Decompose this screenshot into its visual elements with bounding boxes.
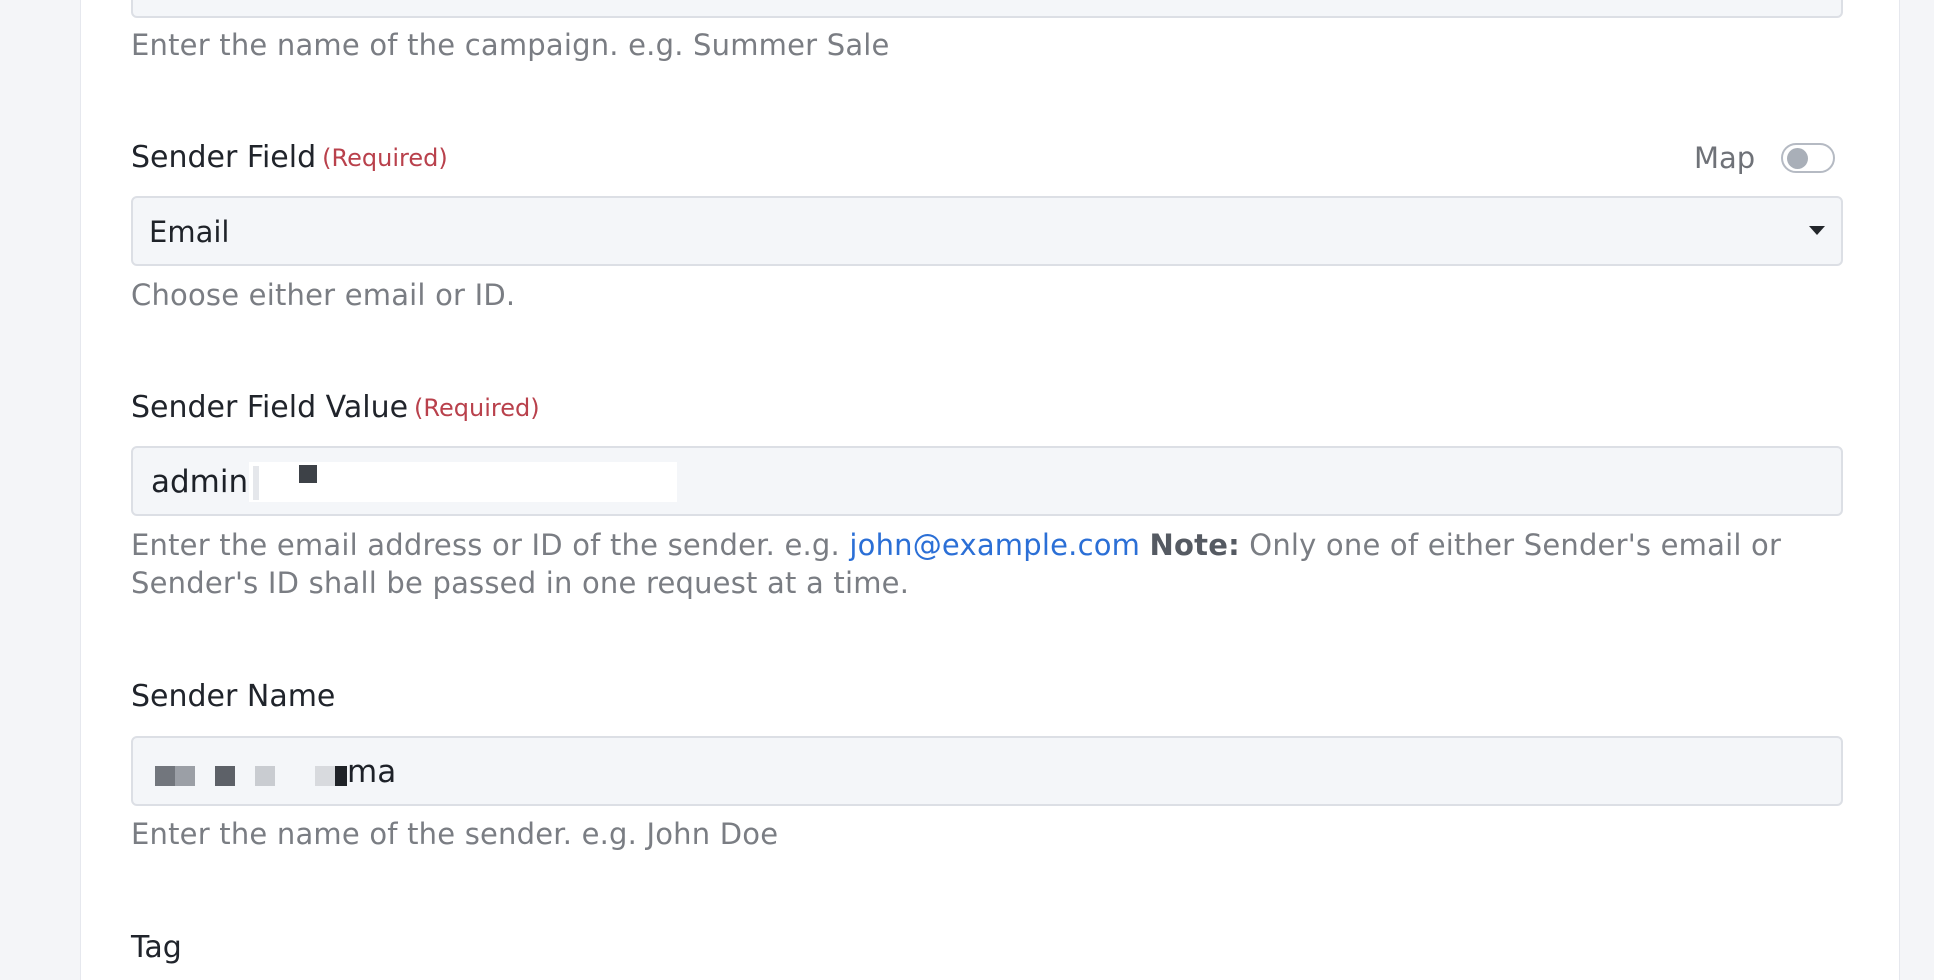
redacted-pixel xyxy=(215,766,235,786)
redacted-pixel xyxy=(299,465,317,483)
sender-field-selected-value: Email xyxy=(149,215,230,249)
map-toggle-group: Map xyxy=(1694,138,1836,178)
map-label: Map xyxy=(1694,141,1756,175)
redacted-pixel xyxy=(155,766,175,786)
sender-field-help: Choose either email or ID. xyxy=(131,278,516,312)
toggle-switch-icon xyxy=(1787,148,1809,169)
sender-name-help: Enter the name of the sender. e.g. John … xyxy=(131,817,779,851)
campaign-name-input[interactable] xyxy=(131,0,1843,18)
redacted-pixel xyxy=(253,466,259,500)
campaign-name-help: Enter the name of the campaign. e.g. Sum… xyxy=(131,28,890,62)
sender-field-value-text: admin( xyxy=(151,464,261,500)
sender-field-select[interactable]: Email xyxy=(131,196,1843,266)
sender-name-input[interactable]: ma xyxy=(131,736,1843,806)
note-label: Note: xyxy=(1149,528,1240,562)
sender-field-label-row: Sender Field (Required) xyxy=(131,138,448,178)
sender-field-required: (Required) xyxy=(322,144,448,172)
caret-down-icon xyxy=(1809,226,1825,235)
sender-name-text: ma xyxy=(347,754,397,790)
sender-field-value-required: (Required) xyxy=(414,394,540,422)
redacted-pixel xyxy=(175,766,195,786)
sender-name-label: Sender Name xyxy=(131,679,336,714)
redacted-pixel xyxy=(335,766,347,786)
sender-field-value-label-row: Sender Field Value (Required) xyxy=(131,388,540,428)
redacted-pixel xyxy=(315,766,335,786)
sender-field-value-input[interactable]: admin( xyxy=(131,446,1843,516)
tag-label: Tag xyxy=(131,930,182,965)
map-toggle[interactable] xyxy=(1781,143,1836,173)
sender-field-label: Sender Field xyxy=(131,140,317,175)
sender-field-value-label: Sender Field Value xyxy=(131,390,409,425)
sender-field-value-help-prefix: Enter the email address or ID of the sen… xyxy=(131,528,850,562)
redacted-pixel xyxy=(255,766,275,786)
sender-field-value-help: Enter the email address or ID of the sen… xyxy=(131,526,1843,602)
sender-email-example-link: john@example.com xyxy=(849,528,1141,562)
